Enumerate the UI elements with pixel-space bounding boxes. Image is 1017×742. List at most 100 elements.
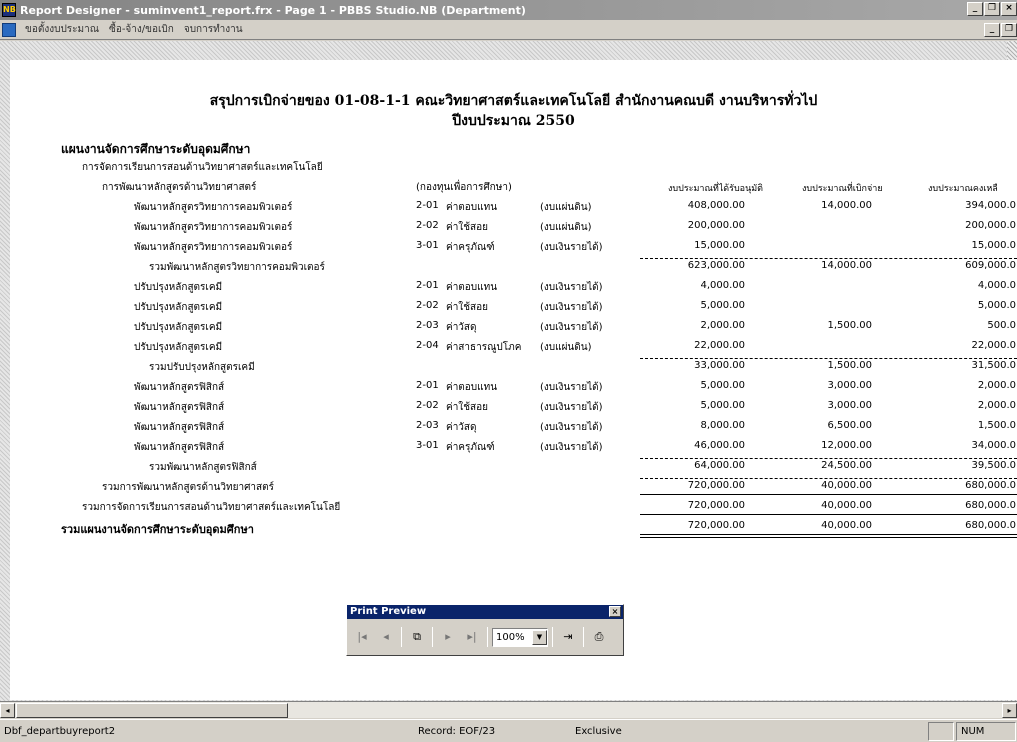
toolbar-separator xyxy=(401,627,402,647)
subtotal-remain: 680,000.0 xyxy=(965,480,1016,491)
scroll-left-button[interactable]: ◂ xyxy=(0,703,15,718)
row-name: ปรับปรุงหลักสูตรเคมี xyxy=(134,302,223,313)
subtotal-approved: 720,000.00 xyxy=(687,520,745,531)
subtotal-divider xyxy=(640,258,1017,259)
subtotal-label: รวมการจัดการเรียนการสอนด้านวิทยาศาสตร์แล… xyxy=(82,502,341,513)
exit-icon[interactable]: ⇥ xyxy=(557,626,579,648)
row-approved: 4,000.00 xyxy=(700,280,745,291)
row-remain: 2,000.0 xyxy=(977,400,1016,411)
row-remain: 22,000.0 xyxy=(971,340,1016,351)
menu-item-budget[interactable]: ขอตั้งงบประมาณ xyxy=(20,22,104,37)
scroll-thumb[interactable] xyxy=(16,703,288,718)
child-minimize-button[interactable]: _ xyxy=(984,23,1000,37)
restore-button[interactable]: ❐ xyxy=(984,2,1000,16)
row-name: พัฒนาหลักสูตรวิทยาการคอมพิวเตอร์ xyxy=(134,242,293,253)
close-button[interactable]: × xyxy=(1001,2,1017,16)
row-spent: 3,000.00 xyxy=(827,400,872,411)
menu-bar: ขอตั้งงบประมาณ ซื้อ-จ้าง/ขอเบิก จบการทำง… xyxy=(0,20,1017,40)
subtotal-approved: 720,000.00 xyxy=(687,480,745,491)
row-code: 2-02 xyxy=(416,300,439,311)
window-title-bar[interactable]: NB Report Designer - suminvent1_report.f… xyxy=(0,0,1017,20)
child-restore-button[interactable]: ❐ xyxy=(1001,23,1017,37)
row-remain: 15,000.0 xyxy=(971,240,1016,251)
row-expense-type: ค่าตอบแทน xyxy=(446,282,498,293)
subtotal-approved: 64,000.00 xyxy=(694,460,745,471)
row-spent: 1,500.00 xyxy=(827,320,872,331)
col-header-spent: งบประมาณที่เบิกจ่าย xyxy=(802,184,883,194)
row-approved: 5,000.00 xyxy=(700,400,745,411)
report-title: สรุปการเบิกจ่ายของ 01-08-1-1 คณะวิทยาศาส… xyxy=(209,93,818,109)
row-name: พัฒนาหลักสูตรวิทยาการคอมพิวเตอร์ xyxy=(134,222,293,233)
row-approved: 46,000.00 xyxy=(694,440,745,451)
zoom-select[interactable]: 100% ▼ xyxy=(492,627,548,647)
subtotal-spent: 40,000.00 xyxy=(821,480,872,491)
row-budget-source: (งบเงินรายได้) xyxy=(540,402,603,413)
subtotal-remain: 680,000.0 xyxy=(965,500,1016,511)
menu-item-purchase[interactable]: ซื้อ-จ้าง/ขอเบิก xyxy=(104,22,179,37)
subtotal-label: รวมแผนงานจัดการศึกษาระดับอุดมศึกษา xyxy=(61,523,254,536)
last-page-icon[interactable]: ▸| xyxy=(461,626,483,648)
project-heading: การพัฒนาหลักสูตรด้านวิทยาศาสตร์ xyxy=(102,182,257,193)
subtotal-label: รวมปรับปรุงหลักสูตรเคมี xyxy=(149,362,255,373)
row-budget-source: (งบเงินรายได้) xyxy=(540,242,603,253)
row-name: พัฒนาหลักสูตรฟิสิกส์ xyxy=(134,382,225,393)
col-header-remaining: งบประมาณคงเหลื xyxy=(928,184,998,194)
toolbar-separator xyxy=(487,627,488,647)
app-icon[interactable]: NB xyxy=(2,3,16,17)
row-spent: 6,500.00 xyxy=(827,420,872,431)
status-panel-empty xyxy=(928,722,954,741)
fund-label: (กองทุนเพื่อการศึกษา) xyxy=(416,182,512,193)
toolbar-separator xyxy=(552,627,553,647)
goto-page-icon[interactable]: ⧉ xyxy=(406,626,428,648)
row-code: 2-02 xyxy=(416,400,439,411)
toolbar-separator xyxy=(432,627,433,647)
row-expense-type: ค่าตอบแทน xyxy=(446,382,498,393)
print-preview-title[interactable]: Print Preview × xyxy=(347,605,623,619)
row-expense-type: ค่าวัสดุ xyxy=(446,422,477,433)
menu-item-exit[interactable]: จบการทำงาน xyxy=(179,22,248,37)
row-approved: 8,000.00 xyxy=(700,420,745,431)
subtotal-approved: 623,000.00 xyxy=(687,260,745,271)
row-budget-source: (งบเงินรายได้) xyxy=(540,382,603,393)
minimize-button[interactable]: _ xyxy=(967,2,983,16)
row-budget-source: (งบเงินรายได้) xyxy=(540,442,603,453)
row-budget-source: (งบแผ่นดิน) xyxy=(540,202,592,213)
zoom-value: 100% xyxy=(496,631,525,643)
row-approved: 5,000.00 xyxy=(700,300,745,311)
chevron-down-icon[interactable]: ▼ xyxy=(532,629,547,645)
subtotal-approved: 33,000.00 xyxy=(694,360,745,371)
row-remain: 200,000.0 xyxy=(965,220,1016,231)
row-expense-type: ค่าครุภัณฑ์ xyxy=(446,442,495,453)
row-approved: 5,000.00 xyxy=(700,380,745,391)
subtotal-label: รวมการพัฒนาหลักสูตรด้านวิทยาศาสตร์ xyxy=(102,482,274,493)
row-name: พัฒนาหลักสูตรฟิสิกส์ xyxy=(134,442,225,453)
horizontal-scrollbar[interactable]: ◂ ▸ xyxy=(0,701,1017,718)
status-mode: Exclusive xyxy=(575,726,622,737)
row-expense-type: ค่าวัสดุ xyxy=(446,322,477,333)
row-remain: 4,000.0 xyxy=(977,280,1016,291)
subtotal-divider xyxy=(640,534,1017,535)
row-remain: 500.0 xyxy=(987,320,1016,331)
row-expense-type: ค่าใช้สอย xyxy=(446,302,488,313)
subtotal-remain: 680,000.0 xyxy=(965,520,1016,531)
subtotal-spent: 40,000.00 xyxy=(821,500,872,511)
row-expense-type: ค่าสาธารณูปโภค xyxy=(446,342,522,353)
next-page-icon[interactable]: ▸ xyxy=(437,626,459,648)
program-heading: การจัดการเรียนการสอนด้านวิทยาศาสตร์และเท… xyxy=(82,162,323,173)
first-page-icon[interactable]: |◂ xyxy=(351,626,373,648)
row-name: ปรับปรุงหลักสูตรเคมี xyxy=(134,342,223,353)
row-budget-source: (งบแผ่นดิน) xyxy=(540,342,592,353)
print-preview-close-button[interactable]: × xyxy=(609,606,621,617)
toolbar-separator xyxy=(583,627,584,647)
row-remain: 1,500.0 xyxy=(977,420,1016,431)
row-budget-source: (งบเงินรายได้) xyxy=(540,282,603,293)
row-approved: 15,000.00 xyxy=(694,240,745,251)
row-code: 2-01 xyxy=(416,380,439,391)
printer-icon[interactable]: ⎙ xyxy=(588,626,610,648)
row-remain: 394,000.0 xyxy=(965,200,1016,211)
scroll-right-button[interactable]: ▸ xyxy=(1002,703,1017,718)
status-record: Record: EOF/23 xyxy=(418,726,496,737)
prev-page-icon[interactable]: ◂ xyxy=(375,626,397,648)
print-preview-toolbar[interactable]: Print Preview × |◂ ◂ ⧉ ▸ ▸| 100% ▼ ⇥ ⎙ xyxy=(346,604,624,656)
document-icon[interactable] xyxy=(2,22,16,37)
